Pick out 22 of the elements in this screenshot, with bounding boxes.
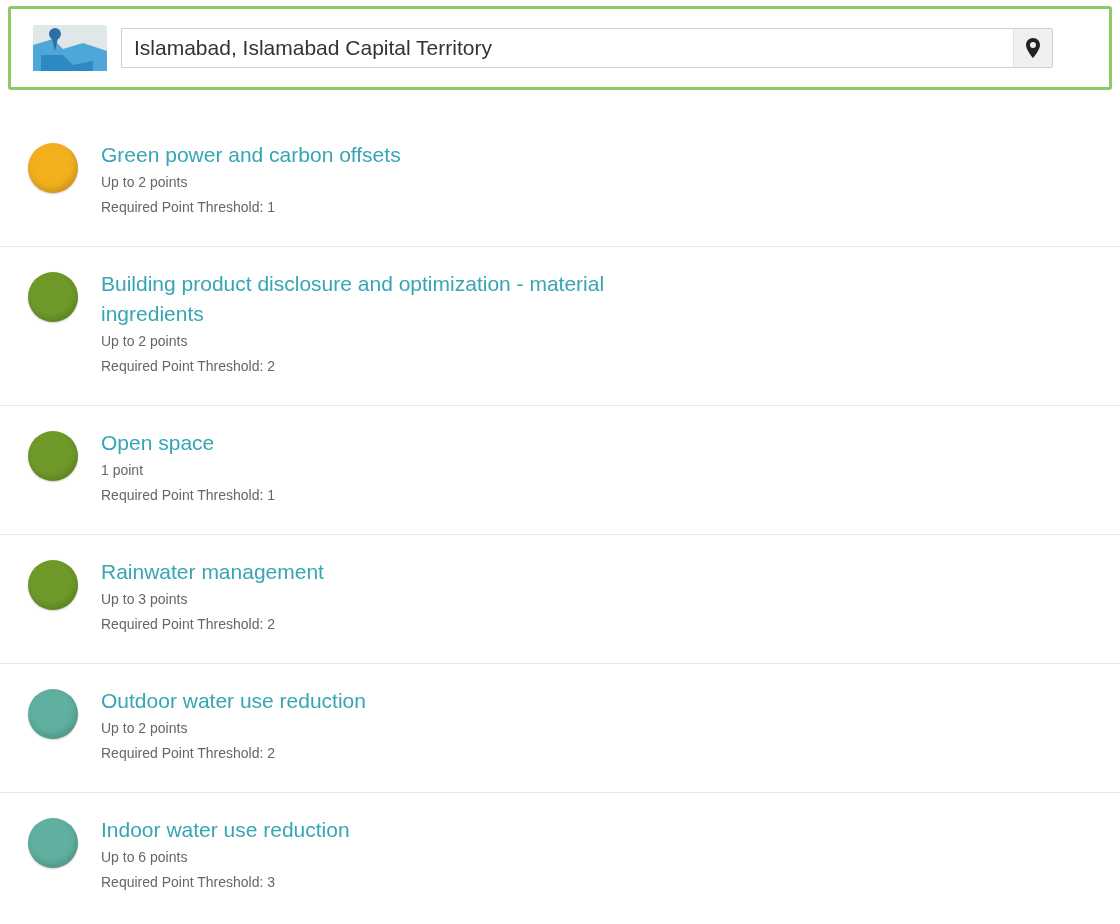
location-button[interactable] (1013, 28, 1053, 68)
credit-title-link[interactable]: Outdoor water use reduction (101, 686, 366, 716)
points-text: Up to 2 points (101, 332, 189, 351)
points-text: Up to 6 points (101, 848, 189, 867)
credit-title-link[interactable]: Green power and carbon offsets (101, 140, 401, 170)
threshold-text: Required Point Threshold: 2 (101, 357, 277, 376)
credit-title-link[interactable]: Indoor water use reduction (101, 815, 350, 845)
credit-title-link[interactable]: Rainwater management (101, 557, 324, 587)
threshold-text: Required Point Threshold: 1 (101, 486, 276, 505)
map-pin-icon (1026, 38, 1040, 58)
points-text: 1 point (101, 461, 145, 480)
credit-title-link[interactable]: Building product disclosure and optimization - material ingredients (101, 269, 701, 329)
points-text: Up to 3 points (101, 590, 189, 609)
threshold-text: Required Point Threshold: 2 (101, 615, 277, 634)
threshold-text: Required Point Threshold: 1 (101, 198, 277, 217)
points-text: Up to 2 points (101, 719, 189, 738)
map-pin-icon (33, 25, 107, 71)
location-input-field[interactable]: Islamabad, Islamabad Capital Territory (121, 28, 1013, 68)
credit-title-link[interactable]: Open space (101, 428, 276, 458)
points-text: Up to 2 points (101, 173, 189, 192)
threshold-text: Required Point Threshold: 3 (101, 873, 277, 892)
threshold-text: Required Point Threshold: 2 (101, 744, 277, 763)
